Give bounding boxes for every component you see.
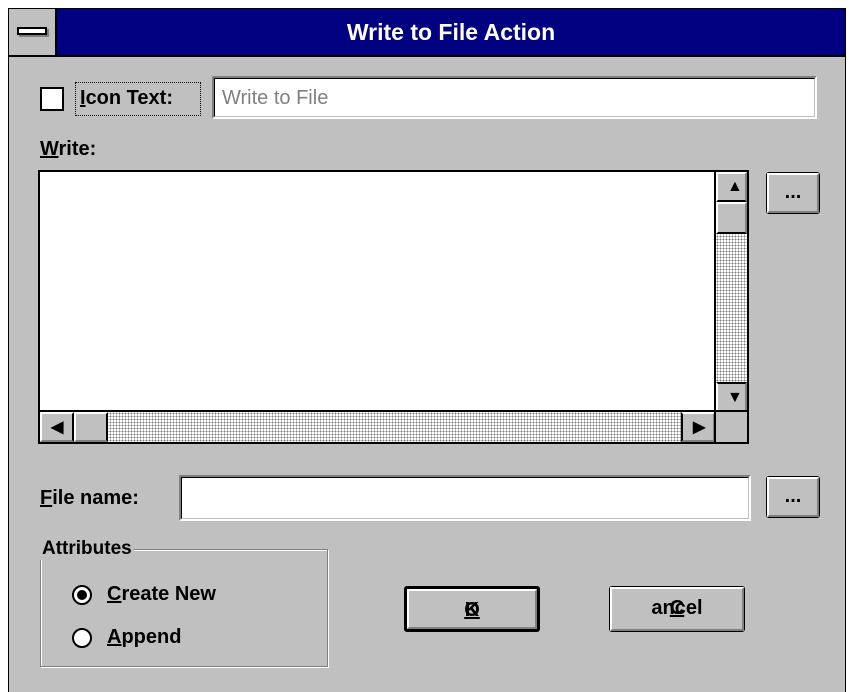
file-name-input[interactable] xyxy=(179,475,751,521)
vertical-scroll-thumb[interactable] xyxy=(716,202,747,234)
attributes-label: Attributes xyxy=(40,538,134,560)
title-bar[interactable]: Write to File Action xyxy=(8,8,846,57)
radio-append-label: Append xyxy=(107,626,182,648)
arrow-right-icon: ▶ xyxy=(693,419,706,436)
system-menu-icon[interactable] xyxy=(9,9,57,55)
write-textarea[interactable]: ▲ ▼ ◀ ▶ xyxy=(38,170,749,444)
window-title: Write to File Action xyxy=(346,19,556,45)
file-name-browse-label: ... xyxy=(784,485,802,507)
scroll-up-button[interactable]: ▲ xyxy=(716,172,747,202)
horizontal-scroll-thumb[interactable] xyxy=(74,412,108,442)
radio-create-new-label: Create New xyxy=(107,583,216,605)
arrow-down-icon: ▼ xyxy=(727,389,743,406)
ok-button-label: OK xyxy=(464,599,480,621)
radio-append[interactable] xyxy=(72,628,92,648)
icon-text-label: Icon Text: xyxy=(80,87,173,109)
write-label: Write: xyxy=(40,138,97,160)
scroll-right-button[interactable]: ▶ xyxy=(681,412,715,442)
arrow-up-icon: ▲ xyxy=(727,178,743,195)
scroll-corner xyxy=(714,410,747,442)
icon-text-input[interactable]: Write to File xyxy=(212,76,817,119)
arrow-left-icon: ◀ xyxy=(51,419,64,436)
ok-button[interactable]: OK xyxy=(404,586,540,632)
scroll-left-button[interactable]: ◀ xyxy=(40,412,74,442)
radio-create-new[interactable] xyxy=(72,585,92,605)
file-name-label: File name: xyxy=(40,487,139,509)
attributes-groupbox xyxy=(40,549,328,667)
icon-text-checkbox[interactable] xyxy=(40,87,64,111)
vertical-scrollbar[interactable]: ▲ ▼ xyxy=(714,172,747,412)
write-browse-label: ... xyxy=(784,181,802,203)
file-name-browse-button[interactable]: ... xyxy=(766,476,820,518)
cancel-button-label: Cancel xyxy=(651,597,703,619)
cancel-button[interactable]: Cancel xyxy=(609,586,745,632)
scroll-down-button[interactable]: ▼ xyxy=(716,382,747,412)
write-browse-button[interactable]: ... xyxy=(766,172,820,214)
icon-text-value: Write to File xyxy=(222,87,329,109)
horizontal-scrollbar[interactable]: ◀ ▶ xyxy=(40,410,715,442)
